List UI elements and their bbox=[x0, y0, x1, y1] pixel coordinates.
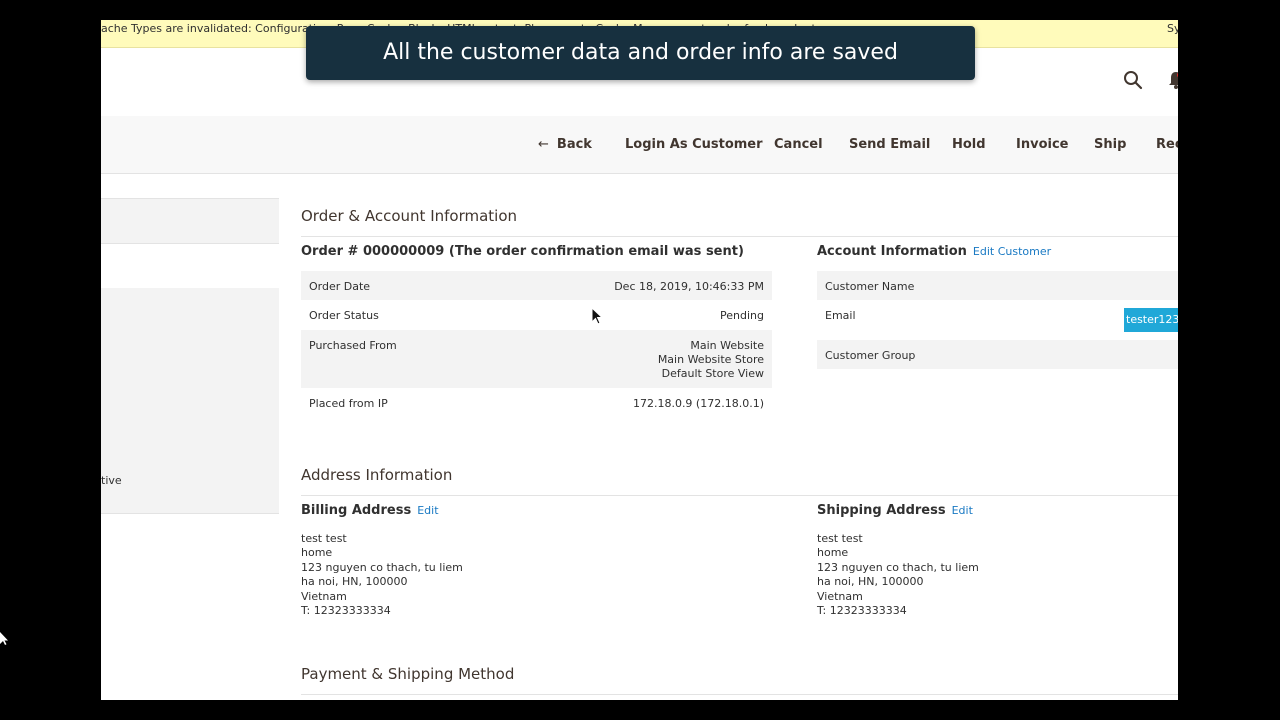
mouse-cursor-icon bbox=[591, 307, 603, 325]
address-section-title: Address Information bbox=[301, 466, 1178, 496]
ship-button[interactable]: Ship bbox=[1094, 116, 1126, 174]
purchased-from-value: Main Website Main Website Store Default … bbox=[658, 339, 764, 381]
order-heading: Order # 000000009 (The order confirmatio… bbox=[301, 244, 744, 259]
system-messages-link[interactable]: Sy bbox=[1167, 21, 1178, 37]
order-status-value: Pending bbox=[720, 309, 764, 322]
bell-icon[interactable] bbox=[1167, 70, 1178, 90]
mouse-cursor-icon bbox=[0, 632, 8, 645]
shipping-address-heading: Shipping Address Edit bbox=[817, 503, 973, 518]
account-information-heading: Account Information Edit Customer bbox=[817, 244, 1051, 259]
table-row: Customer Name bbox=[817, 271, 1178, 300]
billing-city: ha noi, HN, 100000 bbox=[301, 575, 408, 589]
shipping-address: test test home 123 nguyen co thach, tu l… bbox=[817, 532, 979, 618]
table-row: Order Status Pending bbox=[301, 300, 772, 330]
video-caption: All the customer data and order info are… bbox=[306, 26, 975, 80]
shipping-company: home bbox=[817, 546, 849, 560]
email-label: Email bbox=[825, 309, 856, 322]
placed-from-ip-value: 172.18.0.9 (172.18.0.1) bbox=[632, 397, 764, 410]
placed-from-ip-label: Placed from IP bbox=[309, 397, 388, 410]
table-row: Purchased From Main Website Main Website… bbox=[301, 330, 772, 388]
arrow-left-icon: ← bbox=[538, 137, 549, 152]
billing-company: home bbox=[301, 546, 333, 560]
shipping-address-label: Shipping Address bbox=[817, 503, 946, 518]
billing-address-label: Billing Address bbox=[301, 503, 412, 518]
table-row: Order Date Dec 18, 2019, 10:46:33 PM bbox=[301, 271, 772, 300]
order-date-label: Order Date bbox=[309, 280, 371, 293]
send-email-button[interactable]: Send Email bbox=[849, 116, 930, 174]
shipping-city: ha noi, HN, 100000 bbox=[817, 575, 924, 589]
tab-panel: tive bbox=[101, 288, 279, 514]
shipping-street: 123 nguyen co thach, tu liem bbox=[817, 560, 979, 574]
back-button[interactable]: ← Back bbox=[538, 116, 592, 174]
billing-address: test test home 123 nguyen co thach, tu l… bbox=[301, 532, 463, 618]
edit-customer-link[interactable]: Edit Customer bbox=[973, 245, 1051, 258]
order-view-tabs: tive bbox=[101, 174, 279, 700]
invoice-button[interactable]: Invoice bbox=[1016, 116, 1068, 174]
account-information-label: Account Information bbox=[817, 244, 967, 259]
reorder-button[interactable]: Reo bbox=[1156, 116, 1178, 174]
edit-billing-address-link[interactable]: Edit bbox=[417, 504, 438, 517]
website-name: Main Website bbox=[690, 339, 764, 352]
shipping-phone: T: 12323333334 bbox=[817, 604, 907, 618]
account-info-table: Customer Name Email Customer Group teste… bbox=[817, 271, 1178, 369]
customer-email-link[interactable]: tester123@ bbox=[1124, 308, 1178, 332]
customer-name-label: Customer Name bbox=[825, 280, 915, 293]
hold-button[interactable]: Hold bbox=[952, 116, 986, 174]
store-name: Main Website Store bbox=[657, 353, 764, 366]
shipping-country: Vietnam bbox=[817, 589, 863, 603]
order-info-table: Order Date Dec 18, 2019, 10:46:33 PM Ord… bbox=[301, 271, 772, 418]
search-icon[interactable] bbox=[1123, 70, 1143, 90]
purchased-from-label: Purchased From bbox=[309, 339, 397, 352]
edit-shipping-address-link[interactable]: Edit bbox=[952, 504, 973, 517]
store-view-name: Default Store View bbox=[661, 367, 764, 380]
admin-screen: ache Types are invalidated: Configuratio… bbox=[101, 20, 1178, 700]
table-row: Customer Group bbox=[817, 340, 1178, 369]
order-status-label: Order Status bbox=[309, 309, 379, 322]
order-date-value: Dec 18, 2019, 10:46:33 PM bbox=[614, 280, 764, 293]
tab-panel-text: tive bbox=[101, 474, 122, 487]
cancel-button[interactable]: Cancel bbox=[774, 116, 823, 174]
billing-street: 123 nguyen co thach, tu liem bbox=[301, 560, 463, 574]
page-actions-toolbar: ← Back Login As Customer Cancel Send Emai… bbox=[101, 116, 1178, 174]
billing-address-heading: Billing Address Edit bbox=[301, 503, 439, 518]
customer-group-label: Customer Group bbox=[825, 349, 916, 362]
table-row: Placed from IP 172.18.0.9 (172.18.0.1) bbox=[301, 388, 772, 418]
billing-name: test test bbox=[301, 532, 347, 545]
order-account-section-title: Order & Account Information bbox=[301, 207, 1178, 237]
payment-shipping-section-title: Payment & Shipping Method bbox=[301, 665, 1178, 695]
billing-phone: T: 12323333334 bbox=[301, 604, 391, 618]
billing-country: Vietnam bbox=[301, 589, 347, 603]
shipping-name: test test bbox=[817, 532, 863, 545]
back-label: Back bbox=[556, 137, 592, 152]
login-as-customer-button[interactable]: Login As Customer bbox=[625, 116, 763, 174]
tab-information[interactable] bbox=[101, 198, 279, 244]
